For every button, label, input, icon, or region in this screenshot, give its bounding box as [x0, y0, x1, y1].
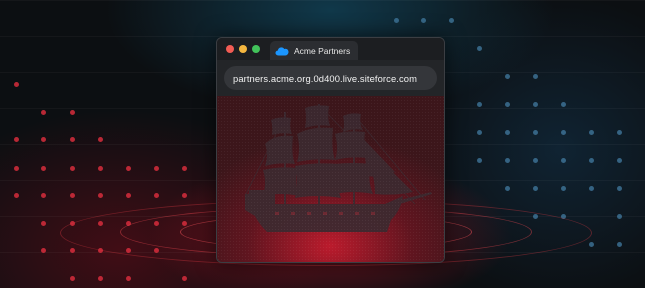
browser-tab[interactable]: Acme Partners [270, 41, 358, 60]
browser-toolbar: partners.acme.org.0d400.live.siteforce.c… [217, 60, 444, 96]
address-bar[interactable]: partners.acme.org.0d400.live.siteforce.c… [224, 66, 437, 90]
minimize-window-button[interactable] [239, 45, 247, 53]
cloud-icon [275, 46, 289, 55]
maximize-window-button[interactable] [252, 45, 260, 53]
page-content [217, 96, 444, 262]
tab-title: Acme Partners [294, 45, 351, 56]
address-bar-url: partners.acme.org.0d400.live.siteforce.c… [233, 72, 417, 84]
pirate-ship-icon [244, 104, 432, 232]
browser-titlebar: Acme Partners [217, 38, 444, 60]
browser-window: Acme Partners partners.acme.org.0d400.li… [216, 37, 445, 263]
close-window-button[interactable] [226, 45, 234, 53]
background-scene: Acme Partners partners.acme.org.0d400.li… [0, 0, 645, 288]
